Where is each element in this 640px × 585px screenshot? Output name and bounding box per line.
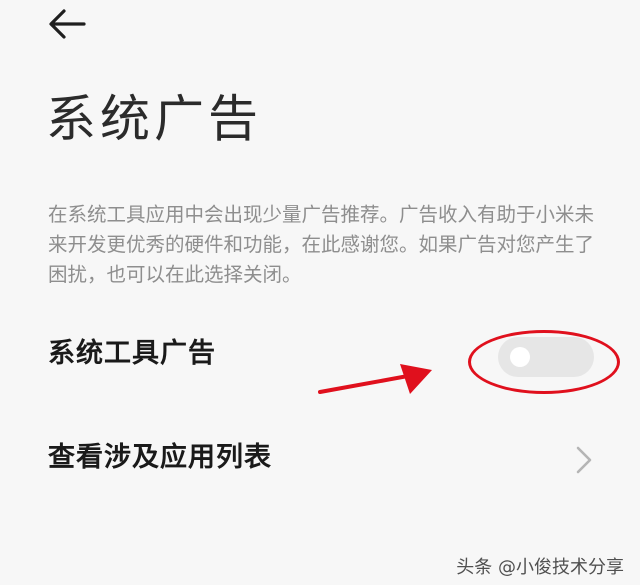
system-tools-ads-row[interactable]: 系统工具广告 <box>0 314 640 394</box>
page-title: 系统广告 <box>46 90 262 148</box>
back-button[interactable] <box>46 6 90 46</box>
watermark: 头条 @小俊技术分享 <box>456 557 624 578</box>
system-tools-ads-toggle[interactable] <box>498 337 594 377</box>
arrow-left-icon <box>49 9 86 39</box>
description-text: 在系统工具应用中会出现少量广告推荐。广告收入有助于小米未来开发更优秀的硬件和功能… <box>48 203 595 286</box>
system-tools-ads-label: 系统工具广告 <box>48 338 216 369</box>
app-list-label: 查看涉及应用列表 <box>48 442 272 473</box>
toggle-knob <box>510 347 530 367</box>
app-list-row[interactable]: 查看涉及应用列表 <box>0 416 640 496</box>
chevron-right-icon <box>576 446 592 474</box>
